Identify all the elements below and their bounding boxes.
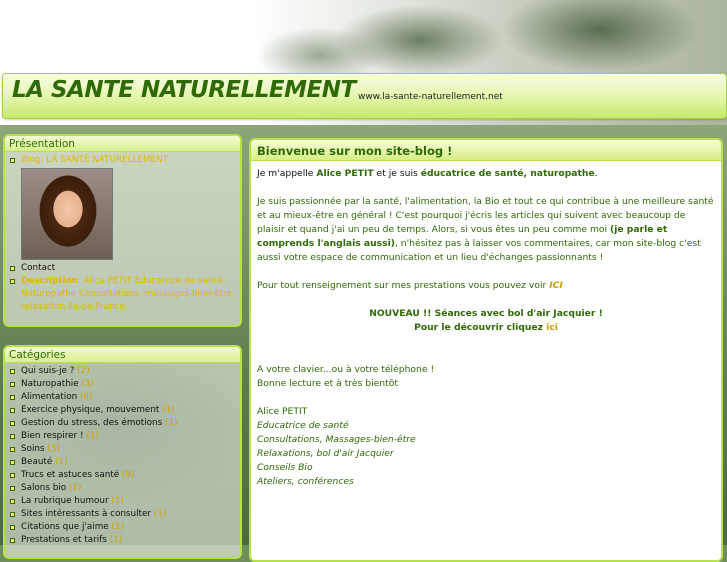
blog-label: Blog	[21, 155, 41, 165]
category-name[interactable]: Bien respirer !	[21, 431, 83, 441]
info-paragraph: Pour tout renseignement sur mes prestati…	[257, 279, 715, 293]
category-count: (1)	[162, 405, 175, 415]
category-item[interactable]: Gestion du stress, des émotions (1)	[9, 417, 240, 430]
category-name[interactable]: Beauté	[21, 457, 52, 467]
clavier-line: Bonne lecture et à très bientôt	[257, 378, 398, 389]
category-name[interactable]: Qui suis-je ?	[21, 366, 74, 376]
author-photo	[21, 168, 113, 260]
category-item[interactable]: Sites intéressants à consulter (1)	[9, 508, 240, 521]
prestations-link[interactable]: ICI	[549, 280, 563, 291]
intro-name: Alice PETIT	[316, 168, 374, 179]
category-item[interactable]: Alimentation (6)	[9, 391, 240, 404]
category-count: (1)	[86, 431, 99, 441]
category-name[interactable]: Salons bio	[21, 483, 66, 493]
category-name[interactable]: La rubrique humour	[21, 496, 109, 506]
category-count: (1)	[55, 457, 68, 467]
category-name[interactable]: Naturopathie	[21, 379, 79, 389]
category-count: (3)	[81, 379, 94, 389]
signature: Alice PETIT Educatrice de santé Consulta…	[257, 405, 715, 489]
category-name[interactable]: Alimentation	[21, 392, 77, 402]
category-count: (1)	[109, 535, 123, 545]
signature-line: Ateliers, conférences	[257, 476, 354, 487]
intro-paragraph: Je m'appelle Alice PETIT et je suis éduc…	[257, 167, 715, 181]
nouveau-line: NOUVEAU !! Séances avec bol d'air Jacqui…	[369, 308, 603, 319]
category-item[interactable]: Beauté (1)	[9, 456, 240, 469]
category-name[interactable]: Exercice physique, mouvement	[21, 405, 159, 415]
category-name[interactable]: Sites intéressants à consulter	[21, 509, 151, 519]
clavier-paragraph: A votre clavier...ou à votre téléphone !…	[257, 363, 715, 391]
category-count: (1)	[111, 496, 124, 506]
site-header: LA SANTE NATURELLEMENT www.la-sante-natu…	[2, 73, 727, 119]
presentation-panel: Présentation Blog: LA SANTÉ NATURELLEMEN…	[3, 134, 242, 327]
categories-list: Qui suis-je ? (2) Naturopathie (3) Alime…	[5, 363, 240, 547]
nouveau-line: Pour le découvrir cliquez	[414, 322, 547, 333]
category-count: (1)	[68, 483, 82, 493]
category-name[interactable]: Prestations et tarifs	[21, 535, 107, 545]
category-item[interactable]: La rubrique humour (1)	[9, 495, 240, 508]
intro-role: éducatrice de santé, naturopathe	[420, 168, 595, 179]
category-name[interactable]: Trucs et astuces santé	[21, 470, 119, 480]
category-item[interactable]: Soins (3)	[9, 443, 240, 456]
info-text: Pour tout renseignement sur mes prestati…	[257, 280, 550, 291]
description-label: Description	[21, 276, 78, 286]
signature-line: Consultations, Massages-bien-être	[257, 434, 416, 445]
bol-air-link[interactable]: ici	[546, 322, 558, 333]
category-count: (6)	[79, 392, 93, 402]
presentation-description: Description: Alice PETIT Educatrice de s…	[9, 275, 240, 314]
post-body: Je m'appelle Alice PETIT et je suis éduc…	[251, 161, 721, 489]
category-count: (2)	[77, 366, 90, 376]
category-item[interactable]: Salons bio (1)	[9, 482, 240, 495]
passion-paragraph: Je suis passionnée par la santé, l'alime…	[257, 195, 715, 265]
category-name[interactable]: Soins	[21, 444, 45, 454]
intro-text: et je suis	[373, 168, 421, 179]
category-count: (1)	[111, 522, 124, 532]
signature-name: Alice PETIT	[257, 406, 308, 417]
category-count: (3)	[47, 444, 60, 454]
category-count: (1)	[165, 418, 178, 428]
clavier-line: A votre clavier...ou à votre téléphone !	[257, 364, 435, 375]
signature-line: Relaxations, bol d'air Jacquier	[257, 448, 394, 459]
post-title: Bienvenue sur mon site-blog !	[251, 140, 721, 161]
blog-name[interactable]: : LA SANTÉ NATURELLEMENT	[40, 155, 168, 165]
main-post: Bienvenue sur mon site-blog ! Je m'appel…	[249, 138, 723, 562]
category-item[interactable]: Prestations et tarifs (1)	[9, 534, 240, 547]
presentation-contact: Contact	[9, 262, 240, 275]
nouveau-paragraph: NOUVEAU !! Séances avec bol d'air Jacqui…	[257, 307, 715, 335]
categories-heading: Catégories	[5, 347, 240, 363]
intro-text: .	[594, 168, 598, 179]
intro-text: Je m'appelle	[257, 168, 317, 179]
category-item[interactable]: Citations que j'aime (1)	[9, 521, 240, 534]
category-name[interactable]: Gestion du stress, des émotions	[21, 418, 162, 428]
category-item[interactable]: Naturopathie (3)	[9, 378, 240, 391]
site-title[interactable]: LA SANTE NATURELLEMENT	[12, 77, 356, 103]
category-item[interactable]: Exercice physique, mouvement (1)	[9, 404, 240, 417]
category-count: (1)	[153, 509, 167, 519]
category-name[interactable]: Citations que j'aime	[21, 522, 109, 532]
categories-panel: Catégories Qui suis-je ? (2) Naturopathi…	[3, 345, 242, 559]
signature-line: Educatrice de santé	[257, 420, 349, 431]
presentation-list: Blog: LA SANTÉ NATURELLEMENT Contact Des…	[5, 152, 240, 314]
category-item[interactable]: Qui suis-je ? (2)	[9, 365, 240, 378]
signature-line: Conseils Bio	[257, 462, 313, 473]
site-url: www.la-sante-naturellement.net	[358, 92, 503, 102]
category-item[interactable]: Trucs et astuces santé (9)	[9, 469, 240, 482]
presentation-heading: Présentation	[5, 136, 240, 152]
presentation-blog: Blog: LA SANTÉ NATURELLEMENT	[9, 154, 240, 260]
category-item[interactable]: Bien respirer ! (1)	[9, 430, 240, 443]
category-count: (9)	[121, 470, 135, 480]
contact-link[interactable]: Contact	[21, 263, 55, 273]
